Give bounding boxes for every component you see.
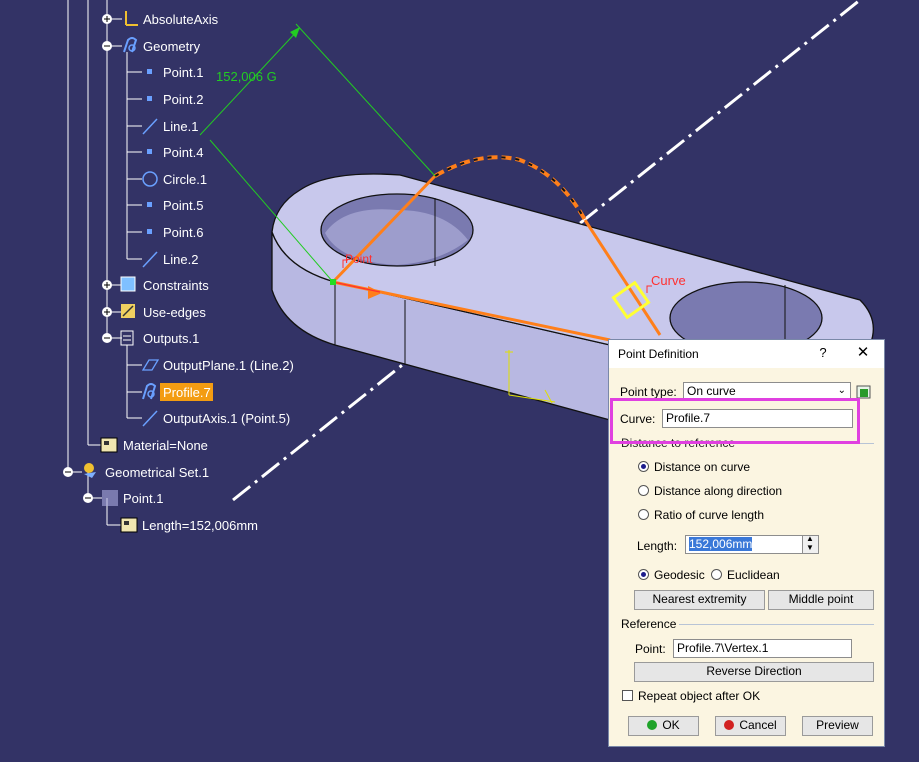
tree-item-point2[interactable]: Point.2 xyxy=(163,92,203,107)
ok-icon xyxy=(647,720,658,730)
length-input[interactable]: 152,006mm xyxy=(685,535,803,554)
point-feature-icon xyxy=(102,490,118,506)
reference-point-label: Point: xyxy=(635,642,666,656)
use-edges-icon xyxy=(121,304,135,318)
point-annotation: Point xyxy=(345,252,373,266)
tree-item-outputs1[interactable]: Outputs.1 xyxy=(143,331,199,346)
collapse-point1-icon[interactable] xyxy=(83,493,93,503)
repeat-object-label[interactable]: Repeat object after OK xyxy=(638,689,760,703)
ratio-radio[interactable] xyxy=(638,509,649,520)
spin-up-icon[interactable]: ▲ xyxy=(806,534,814,543)
length-label: Length: xyxy=(637,539,678,553)
dimension-label[interactable]: 152,006 G xyxy=(216,69,277,84)
nearest-extremity-button[interactable]: Nearest extremity xyxy=(634,590,765,610)
ok-button[interactable]: OK xyxy=(628,716,699,736)
cancel-button[interactable]: Cancel xyxy=(715,716,786,736)
tree-item-constraints[interactable]: Constraints xyxy=(143,278,209,293)
constraints-icon xyxy=(120,276,136,292)
geodesic-radio[interactable] xyxy=(638,569,649,580)
point-icon xyxy=(147,149,152,154)
close-button[interactable]: ✕ xyxy=(853,344,873,362)
point-type-label: Point type: xyxy=(620,385,677,399)
length-value: 152,006mm xyxy=(689,537,753,551)
tree-item-material[interactable]: Material=None xyxy=(123,438,208,453)
distance-along-direction-radio[interactable] xyxy=(638,485,649,496)
tree-item-geometry[interactable]: Geometry xyxy=(143,39,201,54)
curve-field-highlight xyxy=(610,398,860,444)
repeat-object-checkbox[interactable] xyxy=(622,690,633,701)
material-icon xyxy=(100,437,118,453)
ok-label: OK xyxy=(662,718,680,732)
tree-item-line1[interactable]: Line.1 xyxy=(163,119,198,134)
middle-point-button[interactable]: Middle point xyxy=(768,590,874,610)
collapse-geometry-icon[interactable] xyxy=(102,41,112,51)
cancel-icon xyxy=(724,720,735,730)
point-type-value: On curve xyxy=(687,384,736,398)
tree-item-point1[interactable]: Point.1 xyxy=(163,65,203,80)
ratio-label[interactable]: Ratio of curve length xyxy=(654,508,764,522)
section-divider xyxy=(679,624,874,625)
tree-item-point5[interactable]: Point.5 xyxy=(163,198,203,213)
preview-button[interactable]: Preview xyxy=(802,716,873,736)
expand-constraints-icon[interactable] xyxy=(102,280,112,290)
tree-item-absoluteaxis[interactable]: AbsoluteAxis xyxy=(143,12,219,27)
tree-item-gs-point1[interactable]: Point.1 xyxy=(123,491,163,506)
tree-item-outputplane1[interactable]: OutputPlane.1 (Line.2) xyxy=(163,358,294,373)
tree-item-point4[interactable]: Point.4 xyxy=(163,145,203,160)
collapse-geometrical-set-icon[interactable] xyxy=(63,467,73,477)
distance-on-curve-radio[interactable] xyxy=(638,461,649,472)
reference-point-field[interactable]: Profile.7\Vertex.1 xyxy=(673,639,852,658)
reference-section-label: Reference xyxy=(621,617,677,631)
tree-item-point6[interactable]: Point.6 xyxy=(163,225,203,240)
dialog-title: Point Definition xyxy=(618,347,699,361)
tree-item-use-edges[interactable]: Use-edges xyxy=(143,305,206,320)
euclidean-radio[interactable] xyxy=(711,569,722,580)
tree-item-outputaxis1[interactable]: OutputAxis.1 (Point.5) xyxy=(163,411,290,426)
chevron-down-icon: ⌄ xyxy=(837,385,846,396)
tree-item-profile7[interactable]: Profile.7 xyxy=(163,385,211,400)
point-icon xyxy=(147,69,152,74)
help-button[interactable]: ? xyxy=(814,344,832,362)
dialog-titlebar[interactable]: Point Definition ? ✕ xyxy=(609,340,884,368)
expand-use-edges-icon[interactable] xyxy=(102,307,112,317)
collapse-outputs-icon[interactable] xyxy=(102,333,112,343)
tree-item-length[interactable]: Length=152,006mm xyxy=(142,518,258,533)
point-icon xyxy=(147,202,152,207)
length-spinner[interactable]: ▲ ▼ xyxy=(802,534,819,554)
distance-on-curve-label[interactable]: Distance on curve xyxy=(654,460,750,474)
length-parameter-icon xyxy=(120,517,138,533)
distance-along-direction-label[interactable]: Distance along direction xyxy=(654,484,782,498)
tree-item-line2[interactable]: Line.2 xyxy=(163,252,198,267)
expand-absoluteaxis-icon[interactable] xyxy=(102,14,112,24)
geodesic-label[interactable]: Geodesic xyxy=(654,568,705,582)
euclidean-label[interactable]: Euclidean xyxy=(727,568,780,582)
curve-annotation: Curve xyxy=(651,273,686,288)
tree-item-circle1[interactable]: Circle.1 xyxy=(163,172,207,187)
point-icon xyxy=(147,96,152,101)
cancel-label: Cancel xyxy=(739,718,777,732)
point-icon xyxy=(147,229,152,234)
tree-item-geometrical-set1[interactable]: Geometrical Set.1 xyxy=(105,465,209,480)
reverse-direction-button[interactable]: Reverse Direction xyxy=(634,662,874,682)
spin-down-icon[interactable]: ▼ xyxy=(806,543,814,552)
